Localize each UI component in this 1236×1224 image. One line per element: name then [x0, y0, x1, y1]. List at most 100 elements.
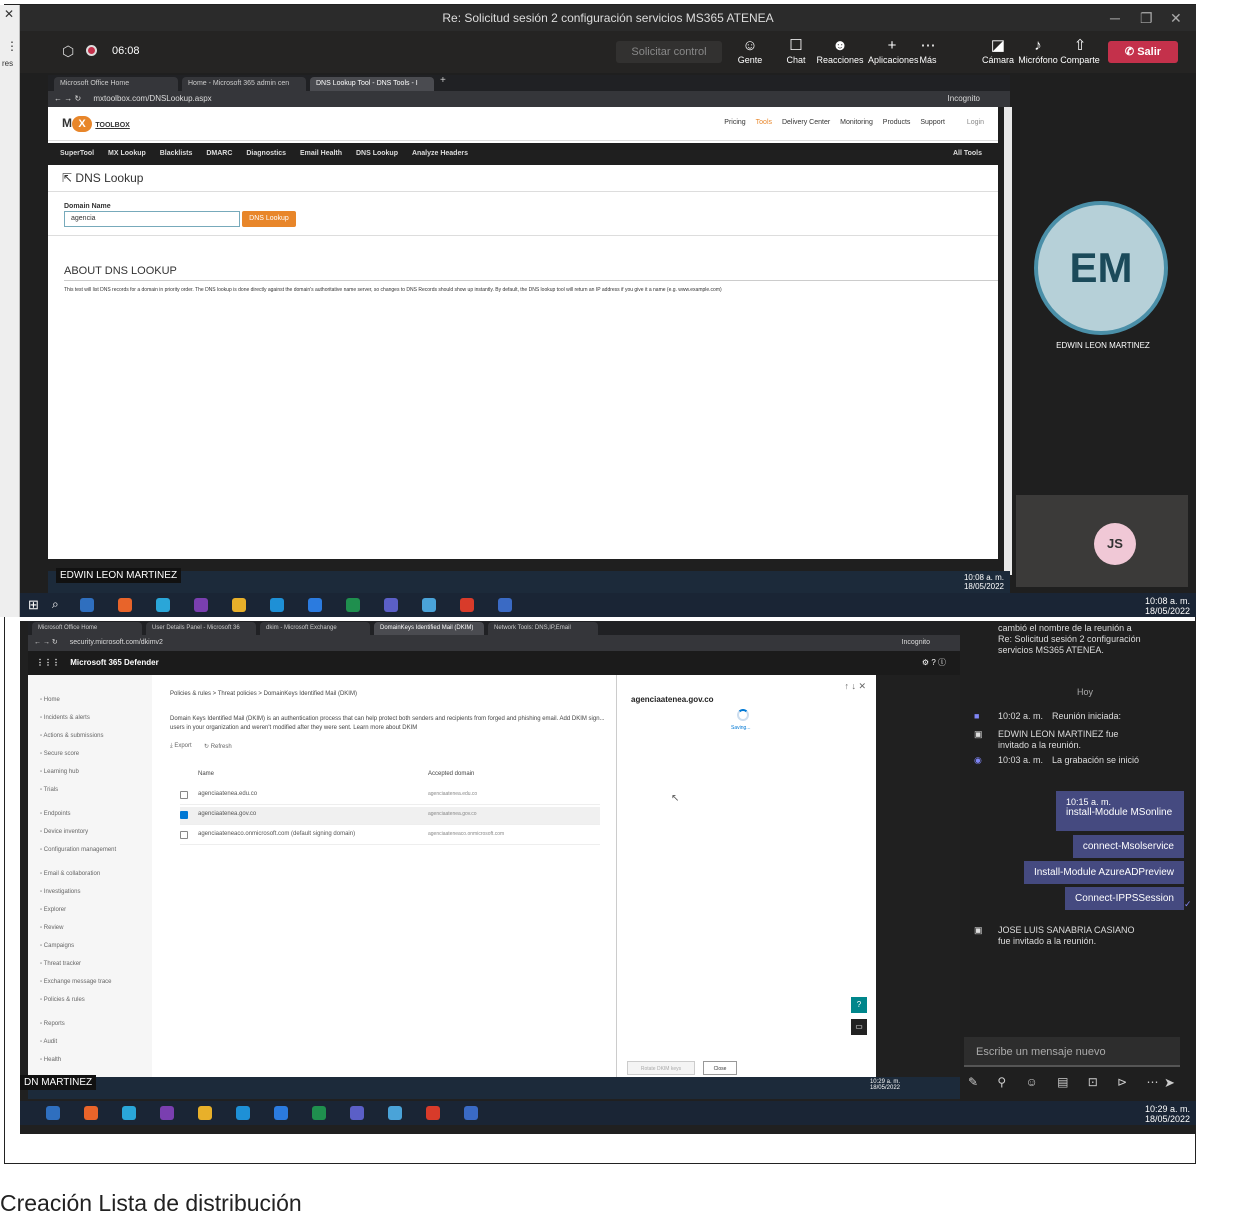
close-icon[interactable]: ✕ [1170, 5, 1182, 31]
table-row[interactable]: agenciaatenea.edu.co agenciaatenea.edu.co [180, 787, 600, 805]
taskbar-app-icon[interactable] [460, 598, 474, 612]
tool-supertool[interactable]: SuperTool [60, 150, 94, 157]
rotate-dkim-button[interactable]: Rotate DKIM keys [627, 1061, 695, 1075]
taskbar-app-icon[interactable] [346, 598, 360, 612]
sidebar-item-incidents-alerts[interactable]: ▫ Incidents & alerts [40, 715, 90, 721]
url-text[interactable]: security.microsoft.com/dkimv2 [70, 639, 163, 646]
close-icon[interactable]: ✕ [4, 7, 14, 21]
taskbar-app-icon[interactable] [122, 1106, 136, 1120]
toolbar-chat-button[interactable]: ☐ Chat [772, 37, 820, 65]
dns-lookup-button[interactable]: DNS Lookup [242, 211, 296, 227]
toolbar-reacciones-button[interactable]: ☻ Reacciones [816, 37, 864, 65]
browser-tab[interactable]: dkim - Microsoft Exchange [260, 622, 370, 635]
toolbar-gente-button[interactable]: ☺ Gente [726, 37, 774, 65]
taskbar-app-icon[interactable] [308, 598, 322, 612]
export-button[interactable]: ⤓ Export [170, 743, 192, 750]
nav-tools[interactable]: Tools [756, 119, 772, 126]
taskbar-app-icon[interactable] [232, 598, 246, 612]
leave-button[interactable]: ✆ Salir [1108, 41, 1178, 63]
taskbar-app-icon[interactable] [80, 598, 94, 612]
nav-arrows-icon[interactable]: ← → ↻ [54, 94, 81, 103]
sidebar-item-device-inventory[interactable]: ▫ Device inventory [40, 829, 88, 835]
table-row[interactable]: agenciaateneaco.onmicrosoft.com (default… [180, 827, 600, 845]
row-checkbox[interactable] [180, 791, 188, 799]
new-tab-icon[interactable]: + [440, 75, 446, 86]
taskbar-app-icon[interactable] [270, 598, 284, 612]
taskbar-app-icon[interactable] [84, 1106, 98, 1120]
browser-tab[interactable]: Microsoft Office Home [54, 77, 178, 91]
nav-delivery-center[interactable]: Delivery Center [782, 119, 830, 126]
nav-support[interactable]: Support [920, 119, 945, 126]
sidebar-item-policies-rules[interactable]: ▫ Policies & rules [40, 997, 85, 1003]
taskbar-app-icon[interactable] [384, 598, 398, 612]
nav-pricing[interactable]: Pricing [724, 119, 745, 126]
browser-tab[interactable]: Network Tools: DNS,IP,Email [488, 622, 598, 635]
sidebar-item-trials[interactable]: ▫ Trials [40, 787, 58, 793]
taskbar-app-icon[interactable] [236, 1106, 250, 1120]
browser-tab-active[interactable]: DomainKeys Identified Mail (DKIM) [374, 622, 484, 635]
tool-all-tools[interactable]: All Tools [953, 143, 982, 165]
taskbar-app-icon[interactable] [464, 1106, 478, 1120]
address-bar[interactable]: ← → ↻ mxtoolbox.com/DNSLookup.aspx Incog… [48, 91, 1010, 107]
tool-dmarc[interactable]: DMARC [206, 150, 232, 157]
sidebar-item-investigations[interactable]: ▫ Investigations [40, 889, 80, 895]
chat-compose-icons[interactable]: ✎ ⚲ ☺ ▤ ⊡ ⊳ ⋯ [968, 1075, 1167, 1089]
browser-tab[interactable]: Microsoft Office Home [32, 622, 142, 635]
sidebar-item-home[interactable]: ▫ Home [40, 697, 60, 703]
taskbar-app-icon[interactable] [160, 1106, 174, 1120]
taskbar-app-icon[interactable] [426, 1106, 440, 1120]
table-row[interactable]: agenciaatenea.gov.co agenciaatenea.gov.co [180, 807, 600, 825]
browser-tab[interactable]: Home - Microsoft 365 admin cen [182, 77, 306, 91]
scrollbar[interactable] [1004, 107, 1012, 575]
mx-logo[interactable]: MX TOOLBOX [62, 116, 130, 132]
nav-login[interactable]: Login [967, 119, 984, 126]
tool-mx-lookup[interactable]: MX Lookup [108, 150, 146, 157]
toolbar-micrófono-button[interactable]: ♪ Micrófono [1014, 37, 1062, 65]
sidebar-item-email-collaboration[interactable]: ▫ Email & collaboration [40, 871, 100, 877]
column-domain[interactable]: Accepted domain [428, 771, 474, 777]
sidebar-item-review[interactable]: ▫ Review [40, 925, 63, 931]
request-control-button[interactable]: Solicitar control [616, 41, 722, 63]
send-icon[interactable]: ➤ [1164, 1075, 1175, 1091]
row-checkbox[interactable] [180, 811, 188, 819]
sidebar-item-configuration-management[interactable]: ▫ Configuration management [40, 847, 116, 853]
windows-start-icon[interactable]: ⊞ [28, 597, 39, 613]
taskbar-app-icon[interactable] [198, 1106, 212, 1120]
sidebar-item-audit[interactable]: ▫ Audit [40, 1039, 57, 1045]
sidebar-item-reports[interactable]: ▫ Reports [40, 1021, 65, 1027]
row-checkbox[interactable] [180, 831, 188, 839]
nav-monitoring[interactable]: Monitoring [840, 119, 873, 126]
taskbar-app-icon[interactable] [388, 1106, 402, 1120]
close-button[interactable]: Close [703, 1061, 737, 1075]
maximize-icon[interactable]: ❐ [1140, 5, 1153, 31]
toolbar-más-button[interactable]: ⋯ Más [904, 37, 952, 65]
taskbar-app-icon[interactable] [118, 598, 132, 612]
sidebar-item-actions-submissions[interactable]: ▫ Actions & submissions [40, 733, 104, 739]
kebab-icon[interactable]: ⋮ [6, 39, 18, 53]
breadcrumb[interactable]: Policies & rules > Threat policies > Dom… [170, 691, 357, 697]
sidebar-item-health[interactable]: ▫ Health [40, 1057, 61, 1063]
taskbar-app-icon[interactable] [312, 1106, 326, 1120]
sidebar-item-threat-tracker[interactable]: ▫ Threat tracker [40, 961, 81, 967]
taskbar-app-icon[interactable] [274, 1106, 288, 1120]
address-bar[interactable]: ← → ↻ security.microsoft.com/dkimv2 Inco… [28, 635, 960, 651]
sidebar-item-exchange-message-trace[interactable]: ▫ Exchange message trace [40, 979, 112, 985]
taskbar-app-icon[interactable] [156, 598, 170, 612]
tool-dns-lookup[interactable]: DNS Lookup [356, 150, 398, 157]
tool-blacklists[interactable]: Blacklists [160, 150, 193, 157]
browser-tab[interactable]: User Details Panel - Microsoft 36 [146, 622, 256, 635]
panel-nav-icons[interactable]: ↑ ↓ ✕ [844, 681, 866, 692]
taskbar-app-icon[interactable] [498, 598, 512, 612]
sidebar-item-campaigns[interactable]: ▫ Campaigns [40, 943, 74, 949]
sidebar-item-secure-score[interactable]: ▫ Secure score [40, 751, 79, 757]
toolbar-comparte-button[interactable]: ⇧ Comparte [1056, 37, 1104, 65]
nav-arrows-icon[interactable]: ← → ↻ [34, 639, 58, 646]
url-text[interactable]: mxtoolbox.com/DNSLookup.aspx [93, 94, 211, 103]
sidebar-item-learning-hub[interactable]: ▫ Learning hub [40, 769, 79, 775]
browser-tab-active[interactable]: DNS Lookup Tool - DNS Tools - I [310, 77, 434, 91]
taskbar-app-icon[interactable] [422, 598, 436, 612]
chat-message-input[interactable]: Escribe un mensaje nuevo [964, 1037, 1180, 1067]
domain-input[interactable]: agencia [64, 211, 240, 227]
tool-diagnostics[interactable]: Diagnostics [246, 150, 286, 157]
app-launcher-icon[interactable]: ⋮⋮⋮ [36, 658, 60, 667]
